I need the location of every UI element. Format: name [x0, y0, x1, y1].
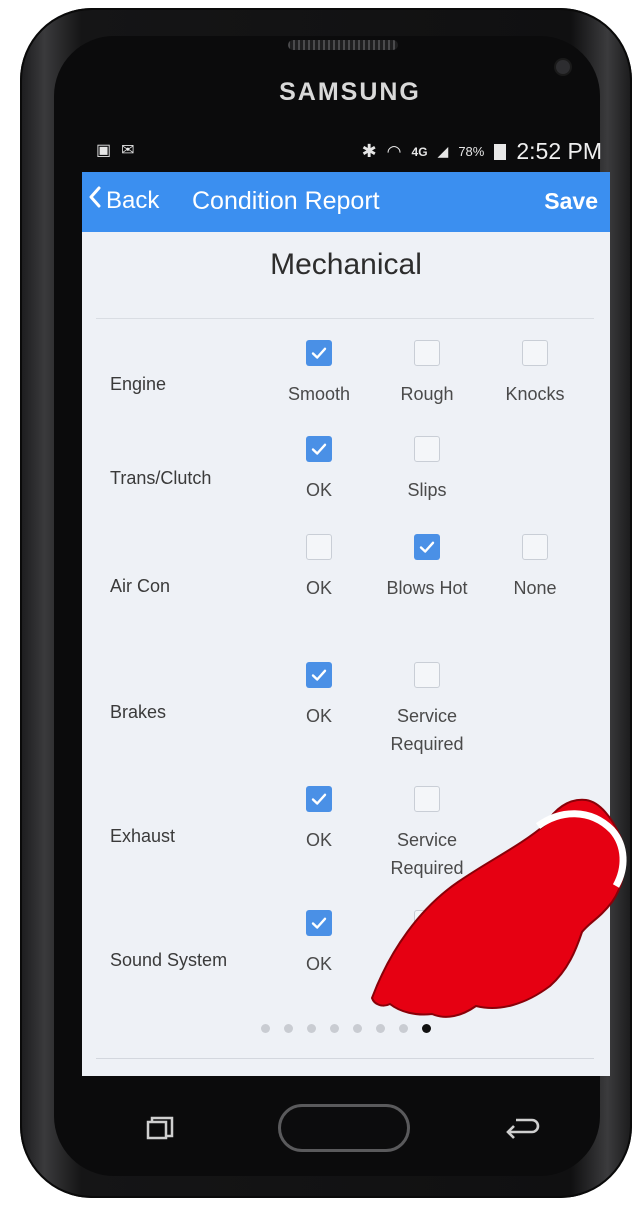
option-label[interactable]: OK	[264, 702, 374, 730]
back-key-icon[interactable]	[502, 1114, 542, 1144]
checkbox-unchecked[interactable]	[522, 340, 548, 366]
option-label[interactable]: None	[480, 574, 590, 602]
option-label[interactable]: Slips	[372, 476, 482, 504]
row-label: Brakes	[110, 702, 167, 722]
battery-icon	[494, 143, 507, 160]
section-title: Mechanical	[270, 248, 422, 281]
page-dot[interactable]	[284, 1024, 293, 1033]
option-label[interactable]: Blows Hot	[372, 574, 482, 602]
option-label[interactable]: Service Required	[372, 702, 482, 758]
checkmark-icon	[311, 669, 327, 681]
checkbox-checked[interactable]	[414, 534, 440, 560]
row-label: Exhaust	[110, 826, 176, 846]
option-label[interactable]: Smooth	[264, 380, 374, 408]
back-button[interactable]: Back	[88, 186, 159, 215]
page-title: Condition Report	[192, 187, 380, 215]
row-label: Trans/Clutch	[110, 468, 212, 488]
checkmark-icon	[311, 793, 327, 805]
nfl-icon: ▣	[96, 142, 112, 159]
nav-bar: Back Condition Report Save	[82, 172, 610, 232]
option-label[interactable]: Knocks	[480, 380, 590, 408]
checkbox-checked[interactable]	[306, 910, 332, 936]
battery-percent: 78%	[458, 144, 485, 159]
option-label[interactable]: OK	[264, 476, 374, 504]
checkmark-icon	[311, 917, 327, 929]
email-icon: ✉	[121, 142, 135, 159]
chevron-left-icon	[88, 186, 102, 215]
page-dot[interactable]	[307, 1024, 316, 1033]
home-button[interactable]	[278, 1104, 410, 1152]
clock: 2:52 PM	[516, 138, 602, 164]
page-dot[interactable]	[330, 1024, 339, 1033]
row-label: Sound System	[110, 950, 228, 970]
page-dot[interactable]	[261, 1024, 270, 1033]
option-label[interactable]: Rough	[372, 380, 482, 408]
save-button[interactable]: Save	[544, 188, 598, 215]
checkmark-icon	[311, 443, 327, 455]
checkbox-unchecked[interactable]	[306, 534, 332, 560]
row-label: Engine	[110, 374, 167, 394]
signal-icon: ◢	[437, 143, 449, 159]
checkbox-unchecked[interactable]	[414, 436, 440, 462]
checkbox-checked[interactable]	[306, 436, 332, 462]
system-status: ✱ ◠ 4G ◢ 78% 2:52 PM	[362, 138, 602, 165]
status-bar: ▣ ✉ ✱ ◠ 4G ◢ 78% 2:52 PM	[82, 134, 610, 172]
checkbox-unchecked[interactable]	[414, 340, 440, 366]
checkbox-unchecked[interactable]	[522, 534, 548, 560]
wifi-icon: ◠	[386, 141, 402, 161]
front-camera	[556, 60, 570, 74]
brand-logo: SAMSUNG	[279, 78, 421, 106]
pointing-hand-icon	[370, 798, 627, 1018]
earpiece-speaker	[288, 40, 398, 50]
option-label[interactable]: OK	[264, 574, 374, 602]
back-label: Back	[106, 186, 160, 214]
notification-icons: ▣ ✉	[96, 140, 135, 160]
divider	[96, 1058, 594, 1059]
checkbox-checked[interactable]	[306, 662, 332, 688]
recent-apps-icon[interactable]	[146, 1116, 174, 1140]
network-type: 4G	[411, 144, 428, 159]
divider	[96, 318, 594, 319]
checkbox-checked[interactable]	[306, 786, 332, 812]
checkmark-icon	[311, 347, 327, 359]
checkbox-unchecked[interactable]	[414, 662, 440, 688]
checkbox-checked[interactable]	[306, 340, 332, 366]
row-label: Air Con	[110, 576, 171, 596]
checkmark-icon	[419, 541, 435, 553]
bluetooth-icon: ✱	[361, 141, 377, 161]
